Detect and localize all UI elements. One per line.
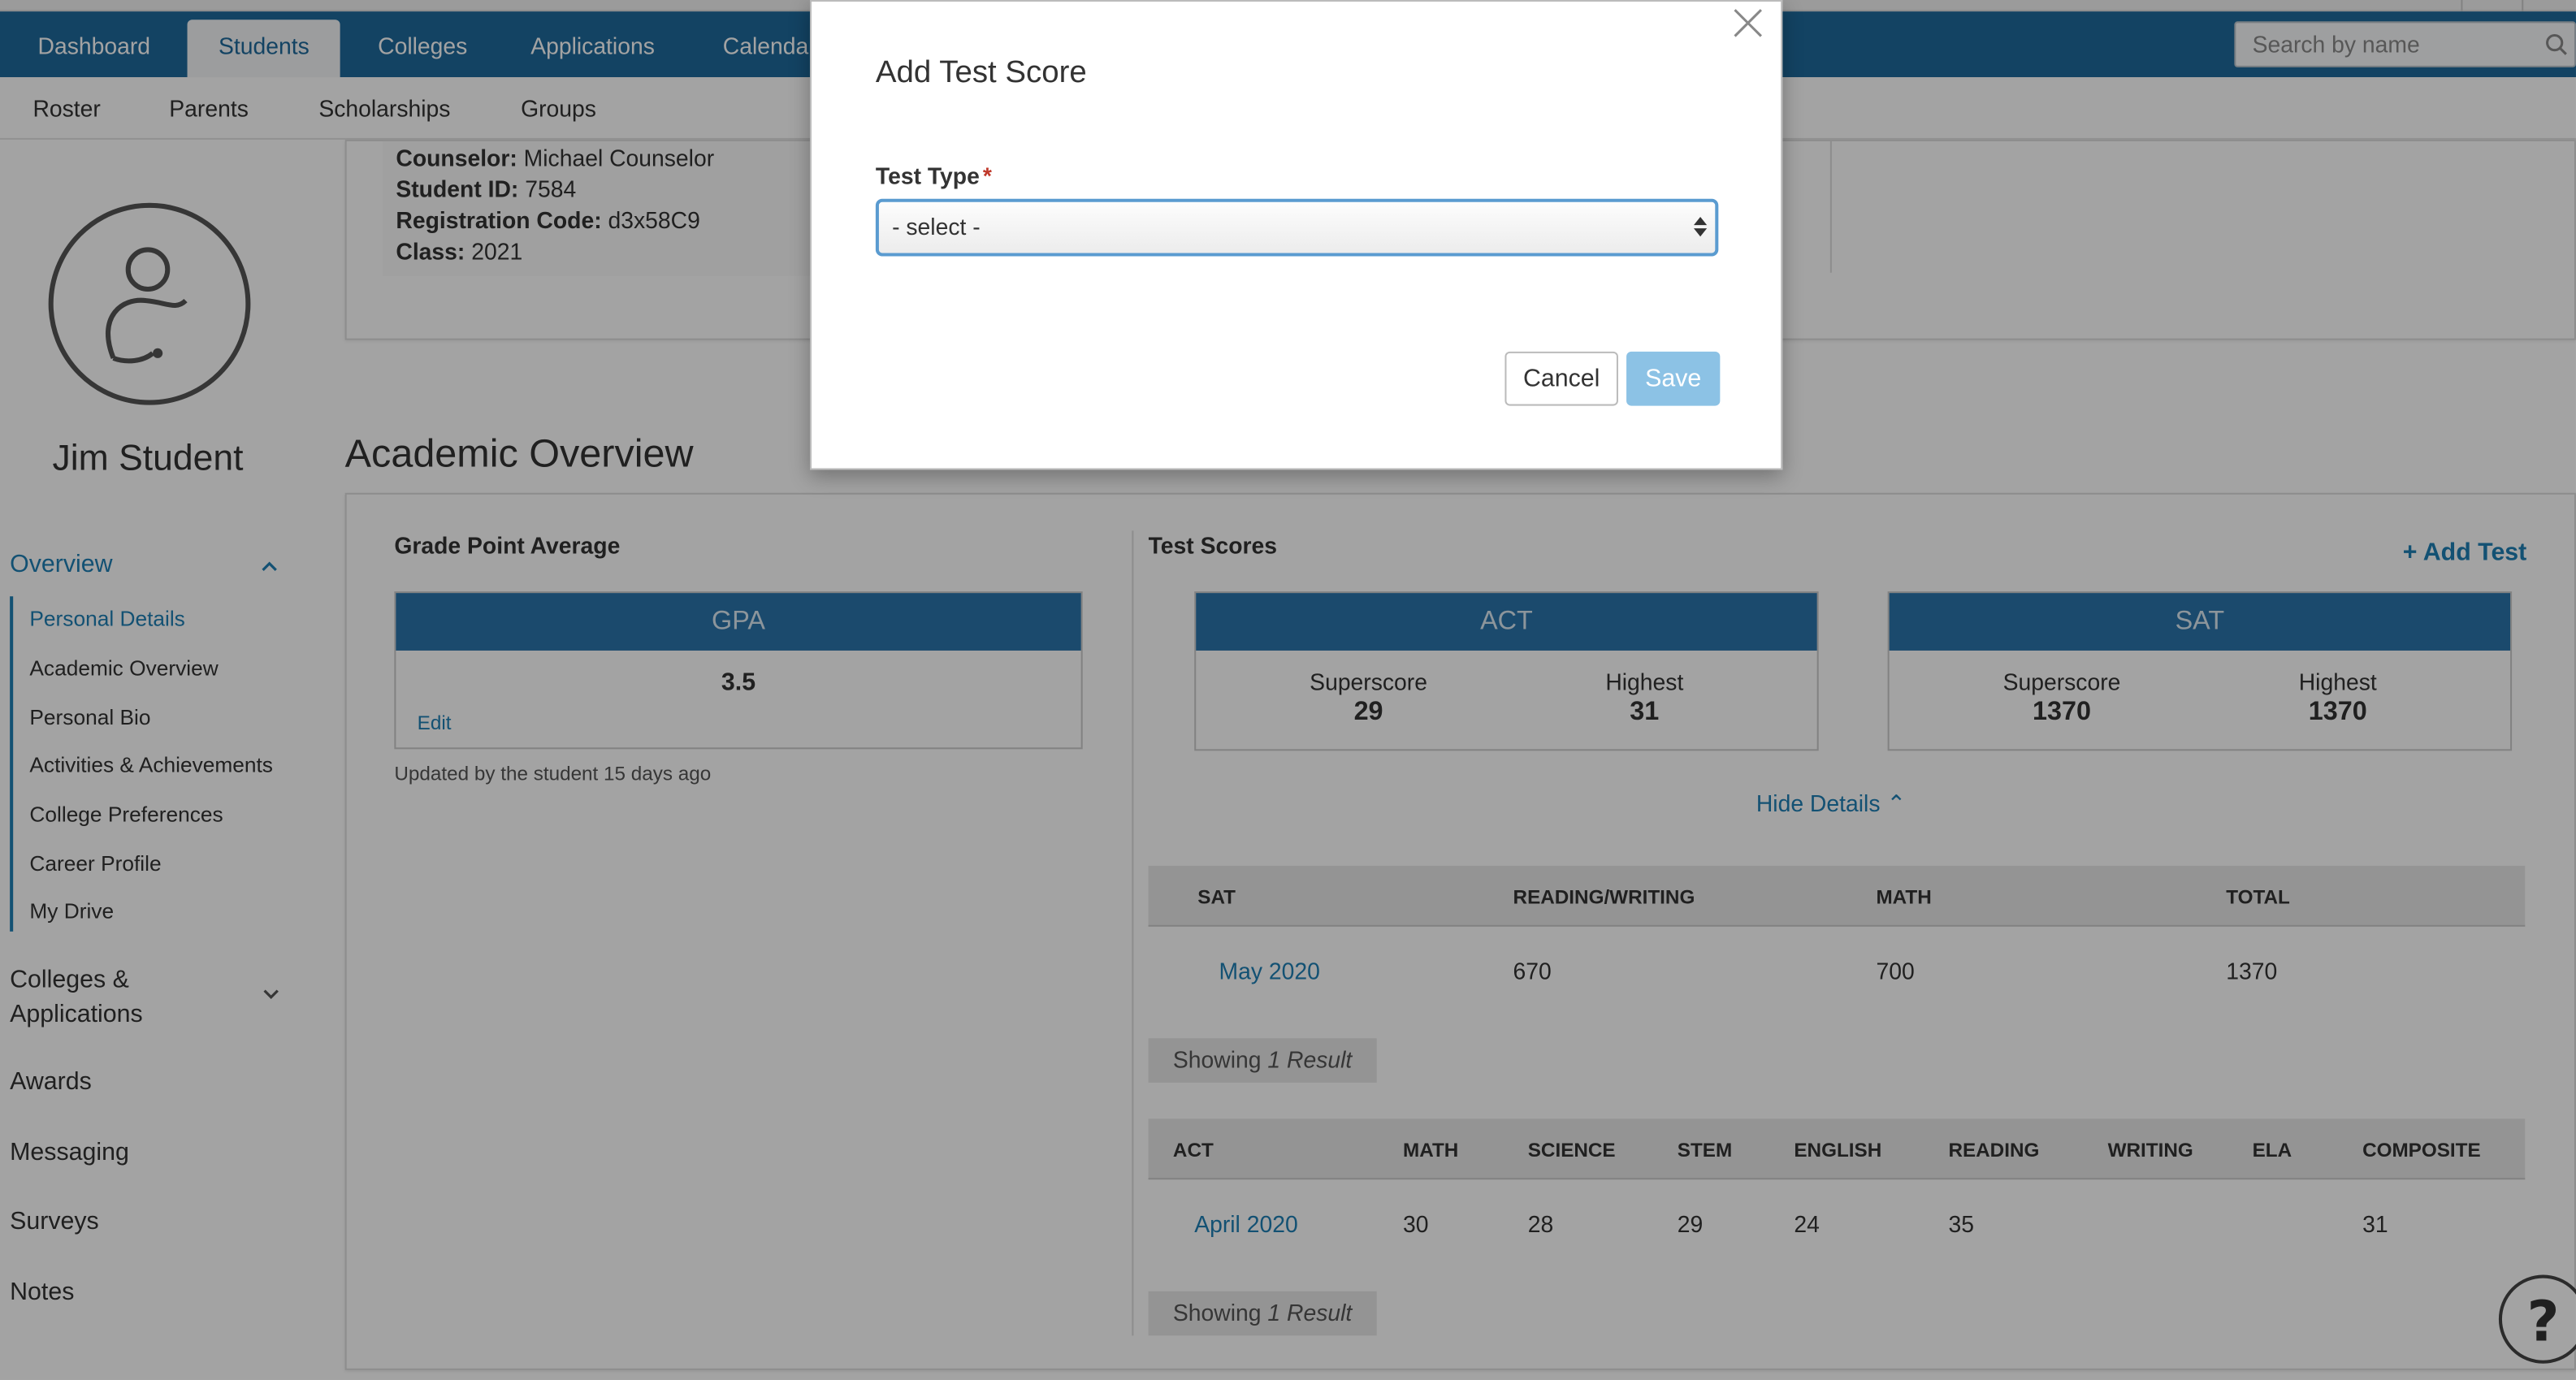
test-type-select[interactable]: - select - (875, 198, 1719, 257)
test-type-selected-value: - select - (892, 213, 981, 240)
dialog-title: Add Test Score (875, 55, 1087, 91)
save-button[interactable]: Save (1626, 351, 1721, 406)
cancel-button[interactable]: Cancel (1504, 351, 1618, 406)
close-icon[interactable] (1734, 8, 1763, 37)
add-test-score-dialog: Add Test Score Test Type * - select - Can… (809, 0, 1783, 470)
required-asterisk: * (982, 162, 992, 189)
select-arrows-icon (1693, 216, 1708, 237)
test-type-label: Test Type * (875, 162, 992, 189)
